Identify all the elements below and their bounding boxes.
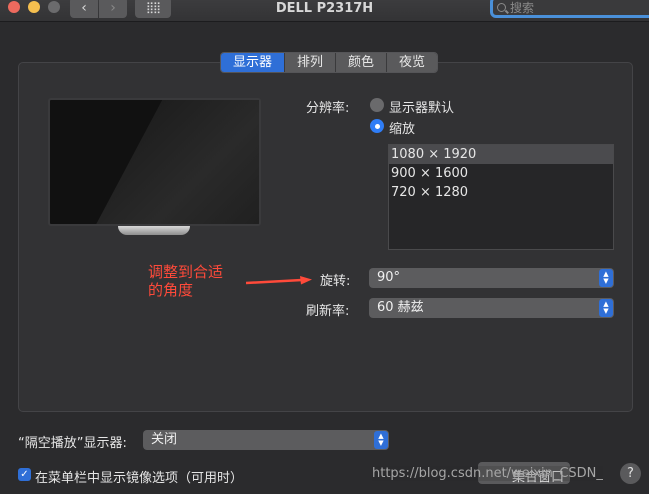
help-button[interactable]: ? [620, 463, 641, 484]
monitor-stand [118, 226, 190, 235]
mirror-option-checkbox[interactable]: ✓ [18, 468, 31, 481]
radio-scaled-resolution[interactable] [370, 119, 384, 133]
search-placeholder: 搜索 [510, 0, 535, 15]
tab-color[interactable]: 颜色 [336, 53, 388, 72]
mirror-option-label: 在菜单栏中显示镜像选项（可用时） [35, 471, 244, 486]
rotation-label: 旋转: [320, 274, 351, 289]
refresh-rate-label: 刷新率: [306, 304, 350, 319]
airplay-value: 关闭 [151, 432, 178, 447]
tab-display[interactable]: 显示器 [221, 53, 286, 72]
monitor-image [48, 98, 261, 226]
chevron-updown-icon: ▲ ▼ [374, 431, 388, 449]
rotation-select[interactable]: 90° ▲ ▼ [369, 268, 614, 288]
resolution-list[interactable]: 1080 × 1920 900 × 1600 720 × 1280 [388, 144, 614, 250]
chevron-updown-icon: ▲ ▼ [599, 299, 613, 317]
search-icon [497, 2, 506, 12]
resolution-item[interactable]: 720 × 1280 [389, 183, 613, 202]
resolution-label: 分辨率: [306, 101, 350, 116]
radio-default-resolution[interactable] [370, 98, 384, 112]
watermark-text: https://blog.csdn.net/weixin_CSDN_ [372, 466, 603, 481]
default-resolution-label[interactable]: 显示器默认 [389, 97, 454, 116]
chevron-updown-icon: ▲ ▼ [599, 269, 613, 287]
rotation-value: 90° [377, 270, 401, 285]
title-bar: ‹ › ⣿⣿ DELL P2317H 搜索 [0, 0, 649, 22]
tab-bar: 显示器 排列 颜色 夜览 [220, 52, 439, 73]
airplay-label: “隔空播放”显示器: [18, 436, 127, 451]
refresh-rate-value: 60 赫兹 [377, 300, 424, 315]
refresh-rate-select[interactable]: 60 赫兹 ▲ ▼ [369, 298, 614, 318]
airplay-select[interactable]: 关闭 ▲ ▼ [143, 430, 389, 450]
resolution-item[interactable]: 1080 × 1920 [389, 145, 613, 164]
annotation-text: 调整到合适 的角度 [148, 263, 224, 299]
tab-arrangement[interactable]: 排列 [285, 53, 337, 72]
scaled-resolution-label[interactable]: 缩放 [389, 118, 415, 137]
tab-night-shift[interactable]: 夜览 [387, 53, 438, 72]
resolution-item[interactable]: 900 × 1600 [389, 164, 613, 183]
checkmark-icon: ✓ [20, 469, 29, 480]
search-field[interactable]: 搜索 [490, 0, 649, 18]
annotation-arrow-icon [246, 276, 312, 285]
